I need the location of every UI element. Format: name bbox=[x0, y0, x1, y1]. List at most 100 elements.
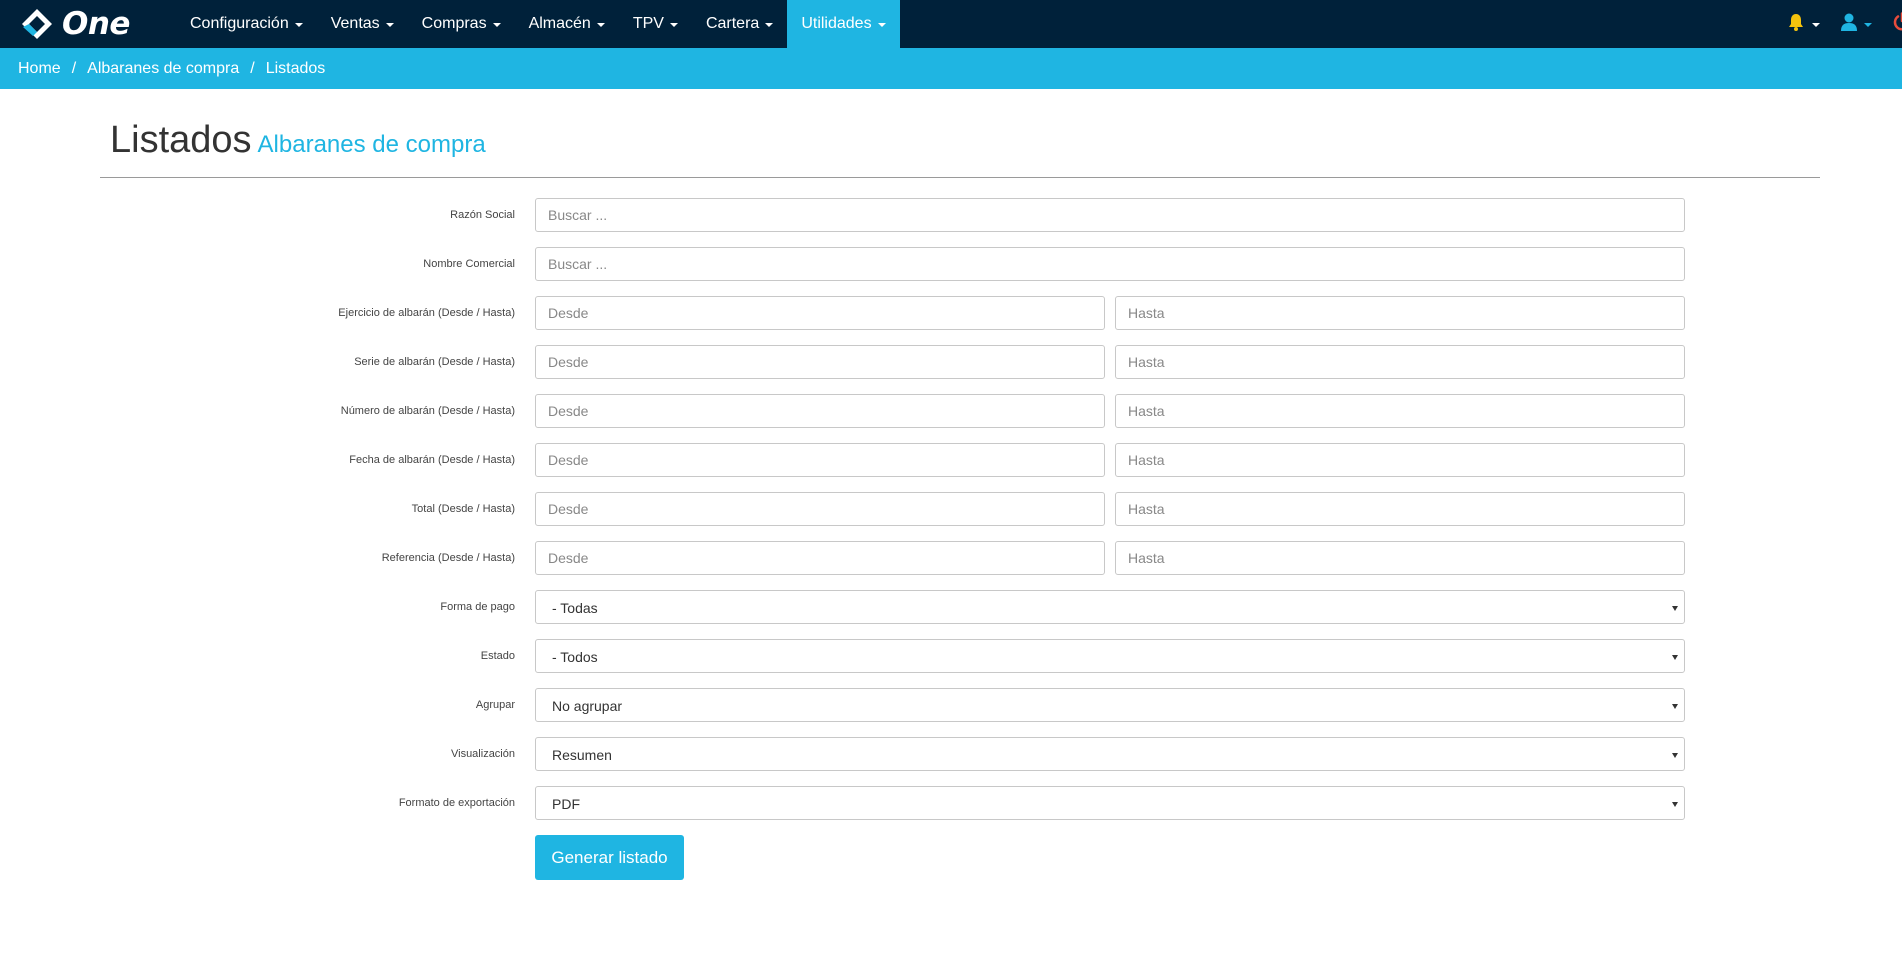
total-hasta-input[interactable] bbox=[1115, 492, 1685, 526]
referencia-label: Referencia (Desde / Hasta) bbox=[381, 552, 515, 564]
breadcrumb-separator: / bbox=[71, 59, 77, 77]
menu-item-ventas[interactable]: Ventas bbox=[317, 0, 408, 48]
menu-item-label: Cartera bbox=[705, 15, 760, 32]
serie-hasta-input[interactable] bbox=[1115, 345, 1685, 379]
visualizacion-select[interactable]: Resumen bbox=[535, 737, 1685, 771]
razon-social-label: Razón Social bbox=[450, 209, 515, 221]
agrupar-select[interactable]: No agrupar bbox=[535, 688, 1685, 722]
brand-logo-icon bbox=[21, 8, 53, 40]
numero-hasta-input[interactable] bbox=[1115, 394, 1685, 428]
referencia-desde-input[interactable] bbox=[535, 541, 1105, 575]
caret-down-icon bbox=[669, 23, 678, 27]
user-dropdown[interactable] bbox=[1830, 0, 1882, 48]
menu-item-label: Ventas bbox=[330, 15, 380, 32]
caret-down-icon bbox=[877, 23, 886, 27]
form-row-formato: Formato de exportación PDF bbox=[0, 786, 1902, 820]
total-desde-input[interactable] bbox=[535, 492, 1105, 526]
form-row-nombre-comercial: Nombre Comercial bbox=[0, 247, 1902, 281]
caret-down-icon bbox=[1672, 753, 1678, 758]
caret-down-icon bbox=[1812, 23, 1820, 27]
page-title: Listados Albaranes de compra bbox=[110, 119, 486, 162]
form-row-ejercicio: Ejercicio de albarán (Desde / Hasta) bbox=[0, 296, 1902, 330]
form-row-agrupar: Agrupar No agrupar bbox=[0, 688, 1902, 722]
visualizacion-value: Resumen bbox=[552, 747, 612, 763]
caret-down-icon bbox=[1864, 23, 1872, 27]
estado-label: Estado bbox=[480, 650, 515, 662]
menu-item-configuracion[interactable]: Configuración bbox=[176, 0, 317, 48]
menu-item-label: Utilidades bbox=[801, 15, 872, 32]
fecha-desde-input[interactable] bbox=[535, 443, 1105, 477]
generar-listado-button[interactable]: Generar listado bbox=[535, 835, 684, 880]
brand-logo[interactable]: One bbox=[0, 0, 176, 48]
forma-pago-label: Forma de pago bbox=[440, 601, 515, 613]
caret-down-icon bbox=[1672, 606, 1678, 611]
notifications-dropdown[interactable] bbox=[1776, 0, 1830, 48]
form-row-estado: Estado - Todos bbox=[0, 639, 1902, 673]
caret-down-icon bbox=[765, 23, 774, 27]
menu-item-cartera[interactable]: Cartera bbox=[692, 0, 787, 48]
menu-item-tpv[interactable]: TPV bbox=[619, 0, 692, 48]
form-row-total: Total (Desde / Hasta) bbox=[0, 492, 1902, 526]
breadcrumb-current: Listados bbox=[265, 59, 326, 77]
caret-down-icon bbox=[492, 23, 501, 27]
numero-desde-input[interactable] bbox=[535, 394, 1105, 428]
caret-down-icon bbox=[294, 23, 303, 27]
top-navbar: One Configuración Ventas Compras Almacén… bbox=[0, 0, 1902, 48]
ejercicio-hasta-input[interactable] bbox=[1115, 296, 1685, 330]
menu-item-label: Compras bbox=[421, 15, 487, 32]
nombre-comercial-input[interactable] bbox=[535, 247, 1685, 281]
numero-label: Número de albarán (Desde / Hasta) bbox=[340, 405, 515, 417]
page-subtitle: Albaranes de compra bbox=[257, 131, 486, 158]
ejercicio-label: Ejercicio de albarán (Desde / Hasta) bbox=[338, 307, 515, 319]
formato-select[interactable]: PDF bbox=[535, 786, 1685, 820]
estado-select[interactable]: - Todos bbox=[535, 639, 1685, 673]
menu-item-label: Almacén bbox=[528, 15, 591, 32]
estado-value: - Todos bbox=[552, 649, 598, 665]
nombre-comercial-label: Nombre Comercial bbox=[423, 258, 515, 270]
agrupar-value: No agrupar bbox=[552, 698, 623, 714]
page-header: Listados Albaranes de compra bbox=[100, 110, 1820, 178]
bell-icon bbox=[1786, 12, 1806, 37]
page-title-text: Listados bbox=[110, 119, 252, 161]
brand-name: One bbox=[62, 5, 130, 42]
forma-pago-select[interactable]: - Todas bbox=[535, 590, 1685, 624]
main-menu: Configuración Ventas Compras Almacén TPV… bbox=[176, 0, 900, 48]
visualizacion-label: Visualización bbox=[450, 748, 515, 760]
form-row-numero: Número de albarán (Desde / Hasta) bbox=[0, 394, 1902, 428]
logout-button[interactable] bbox=[1882, 0, 1902, 48]
forma-pago-value: - Todas bbox=[552, 600, 598, 616]
caret-down-icon bbox=[1672, 704, 1678, 709]
serie-label: Serie de albarán (Desde / Hasta) bbox=[354, 356, 515, 368]
form-row-fecha: Fecha de albarán (Desde / Hasta) bbox=[0, 443, 1902, 477]
menu-item-compras[interactable]: Compras bbox=[408, 0, 515, 48]
fecha-label: Fecha de albarán (Desde / Hasta) bbox=[349, 454, 515, 466]
menu-item-label: TPV bbox=[632, 15, 664, 32]
menu-item-label: Configuración bbox=[190, 15, 289, 32]
referencia-hasta-input[interactable] bbox=[1115, 541, 1685, 575]
menu-item-almacen[interactable]: Almacén bbox=[515, 0, 619, 48]
form-row-forma-pago: Forma de pago - Todas bbox=[0, 590, 1902, 624]
form-row-serie: Serie de albarán (Desde / Hasta) bbox=[0, 345, 1902, 379]
razon-social-input[interactable] bbox=[535, 198, 1685, 232]
fecha-hasta-input[interactable] bbox=[1115, 443, 1685, 477]
breadcrumb: Home / Albaranes de compra / Listados bbox=[0, 48, 1902, 89]
form-row-razon-social: Razón Social bbox=[0, 198, 1902, 232]
caret-down-icon bbox=[596, 23, 605, 27]
caret-down-icon bbox=[1672, 655, 1678, 660]
breadcrumb-separator: / bbox=[250, 59, 255, 77]
breadcrumb-albaranes-compra[interactable]: Albaranes de compra bbox=[87, 60, 239, 78]
agrupar-label: Agrupar bbox=[475, 699, 515, 711]
menu-item-utilidades[interactable]: Utilidades bbox=[787, 0, 900, 48]
breadcrumb-home[interactable]: Home bbox=[18, 60, 61, 78]
caret-down-icon bbox=[1672, 802, 1678, 807]
nav-right-tools bbox=[1776, 0, 1902, 48]
ejercicio-desde-input[interactable] bbox=[535, 296, 1105, 330]
serie-desde-input[interactable] bbox=[535, 345, 1105, 379]
formato-value: PDF bbox=[552, 796, 580, 812]
user-icon bbox=[1840, 12, 1858, 37]
caret-down-icon bbox=[385, 23, 394, 27]
formato-label: Formato de exportación bbox=[398, 797, 515, 809]
power-icon bbox=[1892, 11, 1902, 37]
form-row-visualizacion: Visualización Resumen bbox=[0, 737, 1902, 771]
form-row-referencia: Referencia (Desde / Hasta) bbox=[0, 541, 1902, 575]
